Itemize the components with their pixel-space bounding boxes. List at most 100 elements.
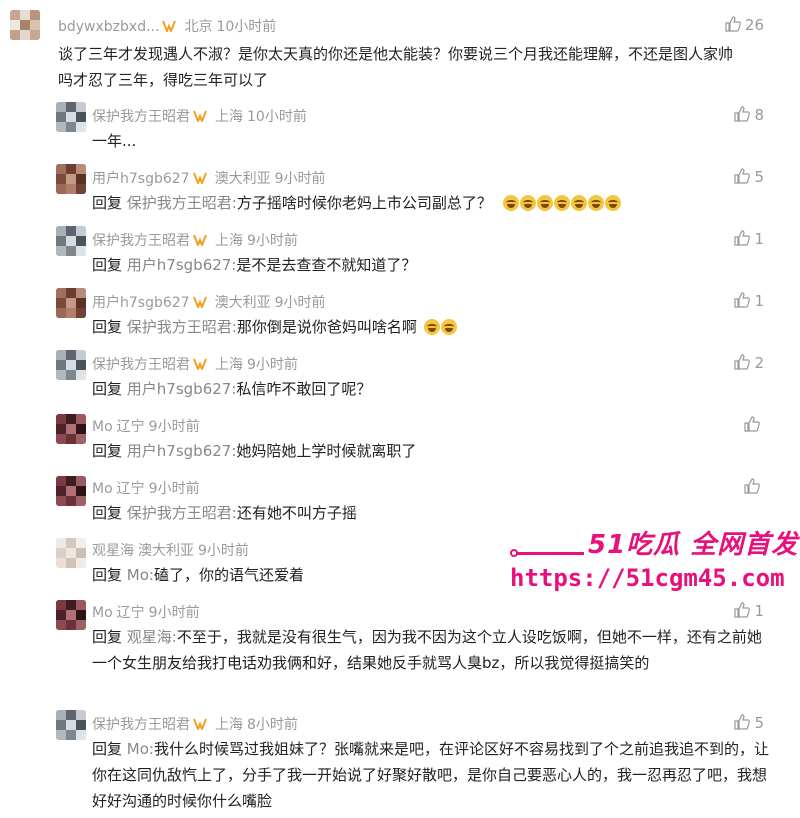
comment-body: 她妈陪她上学时候就离职了: [236, 442, 417, 460]
thumbs-up-icon: [744, 478, 760, 494]
like-button[interactable]: [744, 416, 764, 434]
reply-to-username[interactable]: 用户h7sgb627:: [127, 380, 237, 398]
like-button[interactable]: 1: [734, 292, 764, 310]
comment-body: 谈了三年才发现遇人不淑？是你太天真的你还是他太能装？你要说三个月我还能理解，不还…: [58, 45, 734, 89]
username[interactable]: Mo: [92, 605, 113, 621]
like-button[interactable]: 8: [734, 106, 764, 124]
like-count: 5: [754, 168, 764, 186]
avatar[interactable]: [56, 288, 86, 318]
comment-text: 回复 用户h7sgb627:是不是去查查不就知道了？: [92, 252, 772, 278]
comment-meta: bdywxbzbxd... 北京 10小时前: [58, 16, 276, 36]
reply-prefix: 回复: [92, 318, 123, 336]
username[interactable]: 保护我方王昭君: [92, 717, 190, 733]
thumbs-up-icon: [734, 292, 751, 308]
reply-to-username[interactable]: 保护我方王昭君:: [127, 194, 237, 212]
laughing-emoji-icon: [587, 195, 604, 211]
timestamp: 10小时前: [216, 19, 277, 35]
avatar[interactable]: [56, 350, 86, 380]
comment-meta: 用户h7sgb627 澳大利亚 9小时前: [92, 292, 326, 312]
like-count: 2: [754, 354, 764, 372]
like-button[interactable]: [744, 478, 764, 496]
thumbs-up-icon: [734, 168, 751, 184]
location: 澳大利亚: [214, 295, 271, 311]
watermark-line: [516, 552, 584, 555]
laughing-emoji-icon: [553, 195, 570, 211]
like-button[interactable]: 5: [734, 168, 764, 186]
reply-prefix: 回复: [92, 380, 123, 398]
reply-to-username[interactable]: Mo:: [127, 740, 154, 758]
username[interactable]: 保护我方王昭君: [92, 109, 190, 125]
username[interactable]: Mo: [92, 419, 113, 435]
location: 上海: [215, 717, 243, 733]
reply-to-username[interactable]: 用户h7sgb627:: [127, 442, 237, 460]
username[interactable]: 保护我方王昭君: [92, 233, 190, 249]
laughing-emoji-group: [502, 193, 622, 219]
username[interactable]: 观星海: [92, 543, 134, 559]
vip-badge-icon: [162, 20, 177, 32]
username[interactable]: 保护我方王昭君: [92, 357, 190, 373]
like-button[interactable]: 26: [725, 16, 764, 34]
timestamp: 9小时前: [274, 295, 326, 311]
comment-body: 我什么时候骂过我姐妹了？张嘴就来是吧，在评论区好不容易找到了个之前追我追不到的，…: [92, 740, 769, 810]
like-button[interactable]: 1: [734, 230, 764, 248]
comment-body: 磕了，你的语气还爱着: [153, 566, 304, 584]
laughing-emoji-icon: [423, 319, 440, 335]
username[interactable]: 用户h7sgb627: [92, 295, 190, 311]
timestamp: 9小时前: [198, 543, 249, 559]
comment-text: 回复 用户h7sgb627:她妈陪她上学时候就离职了: [92, 438, 772, 464]
avatar[interactable]: [56, 102, 86, 132]
reply-to-username[interactable]: 观星海:: [127, 628, 177, 646]
avatar[interactable]: [56, 538, 86, 568]
username[interactable]: Mo: [92, 481, 113, 497]
vip-badge-icon: [192, 296, 207, 308]
avatar[interactable]: [56, 476, 86, 506]
avatar[interactable]: [56, 600, 86, 630]
timestamp: 9小时前: [148, 419, 200, 435]
reply-prefix: 回复: [92, 442, 123, 460]
like-count: 26: [744, 16, 764, 34]
like-count: 1: [754, 230, 764, 248]
reply-to-username[interactable]: 保护我方王昭君:: [127, 318, 237, 336]
comment-meta: 保护我方王昭君 上海 8小时前: [92, 714, 298, 734]
timestamp: 9小时前: [148, 481, 200, 497]
comment-body: 还有她不叫方子摇: [236, 504, 357, 522]
avatar[interactable]: [10, 10, 40, 40]
thumbs-up-icon: [734, 230, 751, 246]
avatar[interactable]: [56, 710, 86, 740]
comment-text: 回复 Mo:我什么时候骂过我姐妹了？张嘴就来是吧，在评论区好不容易找到了个之前追…: [92, 736, 772, 814]
location: 澳大利亚: [214, 171, 271, 187]
timestamp: 9小时前: [247, 233, 298, 249]
comment-body: 不至于，我就是没有很生气，因为我不因为这个立人设吃饭啊，但她不一样，还有之前她一…: [92, 628, 762, 672]
watermark-url: https://51cgm45.com: [510, 564, 785, 592]
laughing-emoji-icon: [604, 195, 621, 211]
location: 上海: [215, 233, 243, 249]
comment-text: 回复 用户h7sgb627:私信咋不敢回了呢？: [92, 376, 772, 402]
like-button[interactable]: 1: [734, 602, 764, 620]
location: 北京: [184, 19, 213, 35]
reply-to-username[interactable]: 保护我方王昭君:: [127, 504, 237, 522]
comment-body: 方子摇啥时候你老妈上市公司副总了？: [236, 194, 492, 212]
avatar[interactable]: [56, 226, 86, 256]
reply-to-username[interactable]: Mo:: [127, 566, 154, 584]
comment-meta: 保护我方王昭君 上海 9小时前: [92, 354, 298, 374]
timestamp: 10小时前: [247, 109, 307, 125]
vip-badge-icon: [193, 234, 207, 246]
location: 澳大利亚: [138, 543, 194, 559]
vip-badge-icon: [193, 358, 207, 370]
location: 上海: [215, 357, 243, 373]
laughing-emoji-icon: [570, 195, 587, 211]
comment-text: 回复 观星海:不至于，我就是没有很生气，因为我不因为这个立人设吃饭啊，但她不一样…: [92, 624, 772, 676]
like-button[interactable]: 2: [734, 354, 764, 372]
reply-to-username[interactable]: 用户h7sgb627:: [127, 256, 237, 274]
laughing-emoji-icon: [519, 195, 536, 211]
avatar[interactable]: [56, 414, 86, 444]
comment-meta: Mo 辽宁 9小时前: [92, 602, 200, 622]
reply-prefix: 回复: [92, 256, 123, 274]
reply-prefix: 回复: [92, 194, 123, 212]
thumbs-up-icon: [734, 714, 751, 730]
username[interactable]: 用户h7sgb627: [92, 171, 190, 187]
like-button[interactable]: 5: [734, 714, 764, 732]
thumbs-up-icon: [734, 354, 751, 370]
avatar[interactable]: [56, 164, 86, 194]
username[interactable]: bdywxbzbxd...: [58, 19, 159, 35]
